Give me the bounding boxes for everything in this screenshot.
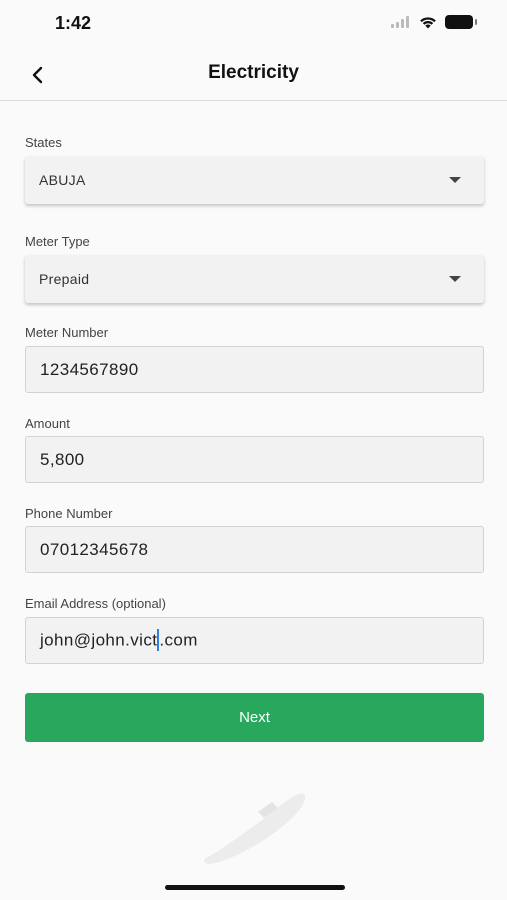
meter-number-input[interactable]: 1234567890 bbox=[25, 346, 484, 393]
phone-number-input[interactable]: 07012345678 bbox=[25, 526, 484, 573]
home-indicator bbox=[165, 885, 345, 890]
text-cursor bbox=[157, 628, 160, 651]
next-button[interactable]: Next bbox=[25, 693, 484, 742]
nav-bar: Electricity bbox=[0, 48, 507, 101]
email-value: john@john.vict .com bbox=[40, 628, 198, 652]
amount-value: 5,800 bbox=[40, 449, 85, 469]
phone-number-value: 07012345678 bbox=[40, 539, 149, 559]
meter-type-select[interactable]: Prepaid bbox=[25, 255, 484, 303]
dropdown-caret-icon bbox=[449, 276, 461, 282]
email-input[interactable]: john@john.vict .com bbox=[25, 617, 484, 664]
email-text-after-cursor: .com bbox=[159, 629, 198, 649]
meter-number-value: 1234567890 bbox=[40, 359, 139, 379]
meter-type-value: Prepaid bbox=[39, 271, 90, 287]
status-time: 1:42 bbox=[55, 13, 92, 33]
email-label: Email Address (optional) bbox=[25, 596, 166, 611]
status-bar: 1:42 bbox=[0, 0, 507, 48]
wifi-icon bbox=[420, 16, 436, 28]
amount-label: Amount bbox=[25, 416, 70, 431]
battery-icon bbox=[445, 15, 477, 29]
meter-type-label: Meter Type bbox=[25, 234, 90, 249]
status-icons bbox=[391, 15, 477, 29]
meter-number-label: Meter Number bbox=[25, 325, 109, 340]
phone-number-label: Phone Number bbox=[25, 506, 113, 521]
states-label: States bbox=[25, 135, 62, 150]
amount-input[interactable]: 5,800 bbox=[25, 436, 484, 483]
states-value: ABUJA bbox=[39, 172, 86, 188]
signal-icon bbox=[391, 16, 409, 28]
email-text-before-cursor: john@john.vict bbox=[40, 629, 158, 649]
states-select[interactable]: ABUJA bbox=[25, 156, 484, 204]
dropdown-caret-icon bbox=[449, 177, 461, 183]
watermark-graphic bbox=[203, 793, 306, 864]
page-title: Electricity bbox=[208, 62, 299, 83]
